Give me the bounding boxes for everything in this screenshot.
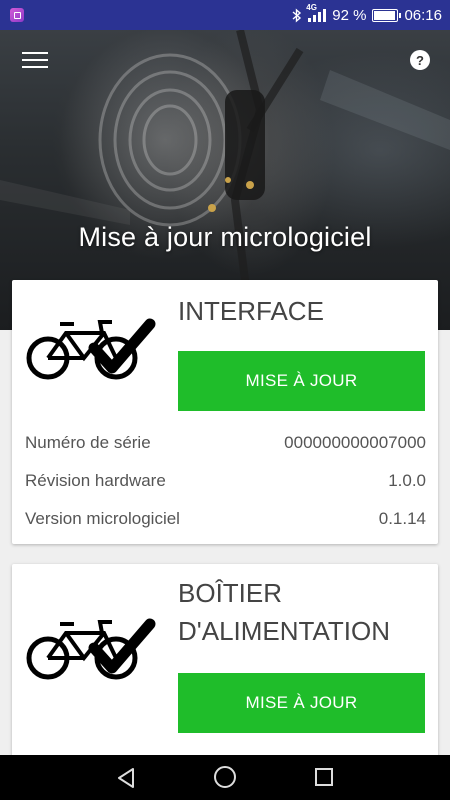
hardware-revision-row: Révision hardware 1.0.0 [25, 469, 426, 493]
clock: 06:16 [404, 6, 442, 24]
recent-apps-icon[interactable] [315, 768, 333, 786]
update-button[interactable]: MISE À JOUR [178, 351, 425, 411]
serial-number-row: Numéro de série 000000000007000 [25, 431, 426, 455]
power-box-card: BOÎTIER D'ALIMENTATION MISE À JOUR [12, 564, 438, 764]
help-icon[interactable]: ? [410, 50, 430, 70]
gallery-icon [10, 8, 24, 22]
card-title: BOÎTIER D'ALIMENTATION [178, 574, 426, 650]
row-value: 000000000007000 [284, 433, 426, 452]
battery-level [374, 10, 395, 20]
interface-card: INTERFACE MISE À JOUR Numéro de série 00… [12, 280, 438, 544]
card-title-line2: D'ALIMENTATION [178, 616, 391, 646]
row-label: Numéro de série [25, 433, 151, 452]
bike-check-icon [26, 318, 156, 380]
signal-icon: 4G [306, 3, 327, 22]
bluetooth-icon [292, 7, 302, 23]
home-icon[interactable] [214, 766, 236, 788]
row-value: 0.1.14 [378, 509, 426, 528]
battery-icon [372, 8, 402, 22]
bike-check-icon [26, 618, 156, 680]
row-label: Révision hardware [25, 471, 166, 490]
page-title: Mise à jour micrologiciel [78, 222, 372, 252]
hamburger-menu-icon[interactable] [22, 50, 48, 70]
row-value: 1.0.0 [388, 471, 426, 490]
card-title: INTERFACE [178, 296, 324, 326]
firmware-version-row: Version micrologiciel 0.1.14 [25, 507, 426, 531]
navigation-bar [0, 755, 450, 800]
status-bar: 4G 92 % 06:16 [0, 0, 450, 30]
back-icon[interactable] [116, 767, 136, 789]
update-button[interactable]: MISE À JOUR [178, 673, 425, 733]
card-title-line1: BOÎTIER [178, 578, 283, 608]
battery-percentage: 92 % [332, 6, 367, 24]
network-type: 4G [306, 3, 317, 12]
row-label: Version micrologiciel [25, 509, 180, 528]
